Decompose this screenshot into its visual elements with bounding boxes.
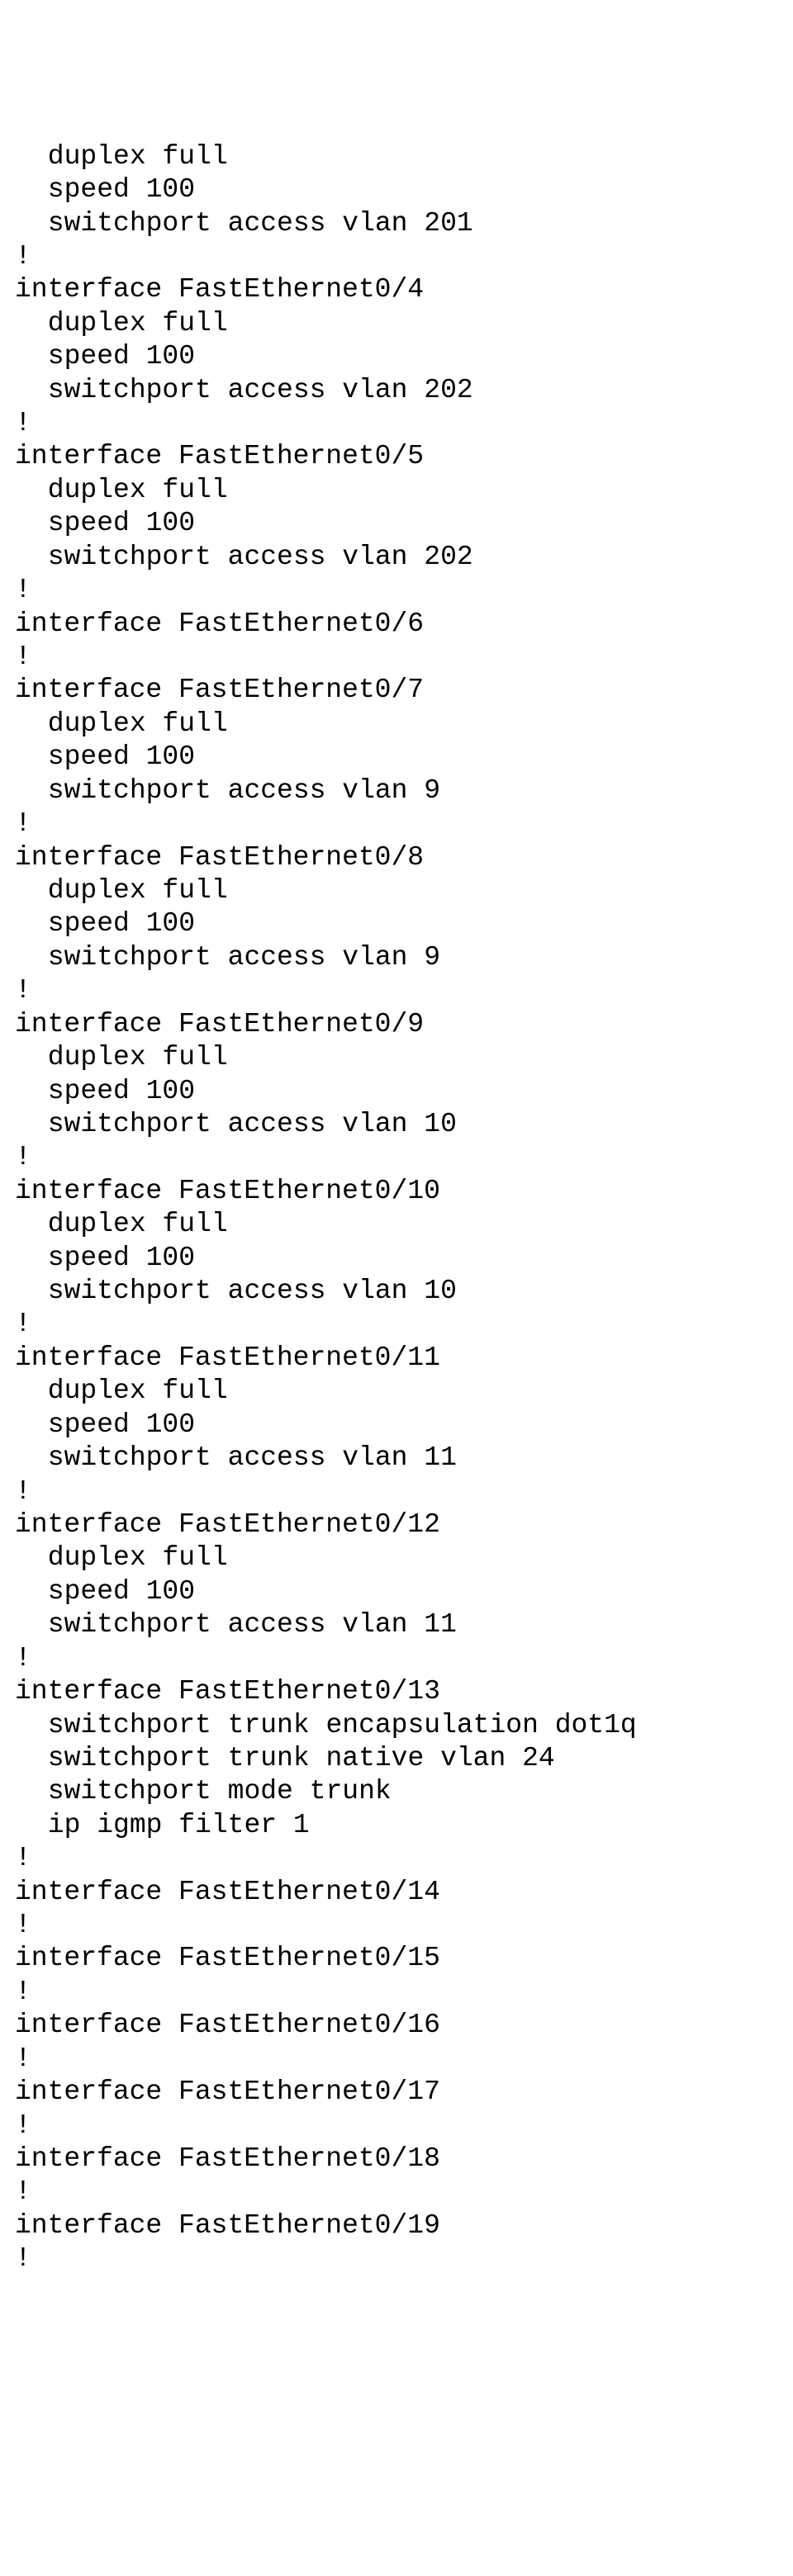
config-line: interface FastEthernet0/18 <box>15 2143 793 2176</box>
config-line: speed 100 <box>31 907 793 940</box>
config-line: interface FastEthernet0/4 <box>15 273 793 306</box>
config-line: duplex full <box>31 140 793 173</box>
config-line: interface FastEthernet0/6 <box>15 608 793 641</box>
config-line: duplex full <box>31 1375 793 1408</box>
config-line: ! <box>15 1909 793 1942</box>
config-line: interface FastEthernet0/7 <box>15 674 793 707</box>
config-line: duplex full <box>31 1041 793 1074</box>
config-line: ! <box>15 574 793 607</box>
config-line: duplex full <box>31 874 793 907</box>
config-line: switchport access vlan 202 <box>31 541 793 574</box>
config-line: ! <box>15 1308 793 1341</box>
config-line: interface FastEthernet0/17 <box>15 2076 793 2109</box>
config-line: speed 100 <box>31 340 793 373</box>
config-line: switchport access vlan 10 <box>31 1108 793 1141</box>
config-line: switchport access vlan 201 <box>31 207 793 240</box>
config-line: ! <box>15 2043 793 2076</box>
config-line: duplex full <box>31 1208 793 1241</box>
config-line: duplex full <box>31 307 793 340</box>
config-line: speed 100 <box>31 741 793 774</box>
config-line: interface FastEthernet0/10 <box>15 1175 793 1208</box>
config-line: duplex full <box>31 1541 793 1574</box>
config-line: speed 100 <box>31 173 793 206</box>
config-line: interface FastEthernet0/12 <box>15 1508 793 1541</box>
config-line: interface FastEthernet0/11 <box>15 1342 793 1375</box>
cisco-config-text: duplex full speed 100 switchport access … <box>15 140 793 2276</box>
config-line: interface FastEthernet0/5 <box>15 440 793 473</box>
config-line: interface FastEthernet0/19 <box>15 2209 793 2242</box>
config-line: ! <box>15 1976 793 2009</box>
config-line: duplex full <box>31 474 793 507</box>
config-line: speed 100 <box>31 1242 793 1275</box>
config-line: interface FastEthernet0/15 <box>15 1942 793 1975</box>
config-line: speed 100 <box>31 1575 793 1608</box>
config-line: interface FastEthernet0/13 <box>15 1675 793 1708</box>
config-line: switchport trunk native vlan 24 <box>31 1742 793 1775</box>
config-line: interface FastEthernet0/14 <box>15 1876 793 1909</box>
config-line: ! <box>15 1475 793 1508</box>
config-line: ! <box>15 641 793 674</box>
config-line: ! <box>15 2110 793 2143</box>
config-line: switchport access vlan 10 <box>31 1275 793 1308</box>
config-line: switchport access vlan 11 <box>31 1608 793 1641</box>
config-line: interface FastEthernet0/16 <box>15 2009 793 2042</box>
config-line: switchport access vlan 9 <box>31 941 793 974</box>
config-line: switchport trunk encapsulation dot1q <box>31 1709 793 1742</box>
config-line: switchport mode trunk <box>31 1775 793 1808</box>
config-line: ! <box>15 1842 793 1875</box>
config-line: ! <box>15 407 793 440</box>
config-line: ip igmp filter 1 <box>31 1809 793 1842</box>
config-line: ! <box>15 2176 793 2209</box>
config-line: switchport access vlan 9 <box>31 774 793 807</box>
config-line: speed 100 <box>31 1409 793 1442</box>
config-line: duplex full <box>31 708 793 741</box>
config-line: ! <box>15 974 793 1007</box>
config-line: ! <box>15 807 793 841</box>
config-line: switchport access vlan 11 <box>31 1442 793 1475</box>
config-line: speed 100 <box>31 1075 793 1108</box>
config-line: ! <box>15 1141 793 1174</box>
config-line: speed 100 <box>31 507 793 540</box>
config-line: ! <box>15 1642 793 1675</box>
config-line: interface FastEthernet0/8 <box>15 841 793 874</box>
config-line: ! <box>15 240 793 273</box>
config-line: interface FastEthernet0/9 <box>15 1008 793 1041</box>
config-line: switchport access vlan 202 <box>31 374 793 407</box>
config-line: ! <box>15 2242 793 2275</box>
